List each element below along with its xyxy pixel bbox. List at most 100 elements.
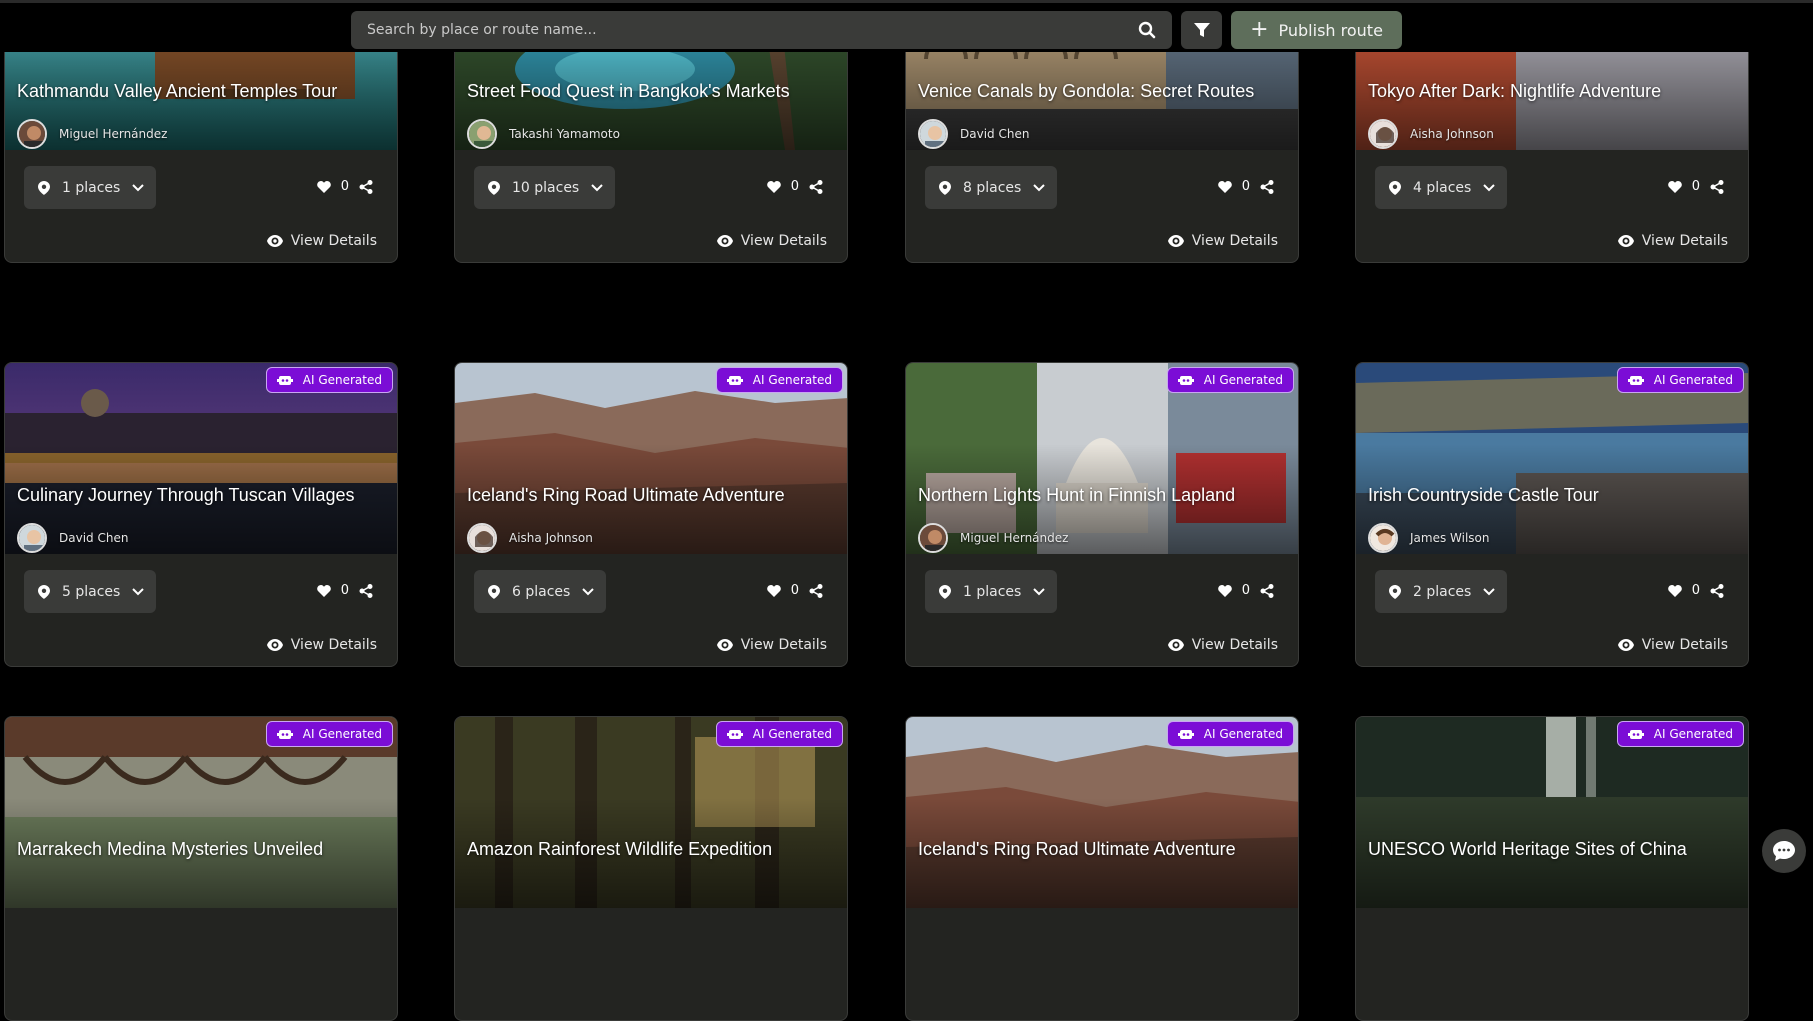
- map-pin-icon: [939, 180, 951, 195]
- author-name: Miguel Hernández: [960, 531, 1069, 545]
- share-icon[interactable]: [359, 583, 373, 598]
- robot-icon: [726, 730, 743, 739]
- map-pin-icon: [38, 584, 50, 599]
- author[interactable]: Miguel Hernández: [17, 119, 167, 149]
- route-title[interactable]: Northern Lights Hunt in Finnish Lapland: [918, 485, 1235, 506]
- places-count: 1 places: [62, 179, 121, 196]
- places-dropdown[interactable]: 1 places: [925, 570, 1058, 613]
- places-count: 5 places: [62, 583, 121, 600]
- view-details-link[interactable]: View Details: [716, 233, 827, 249]
- share-icon[interactable]: [1260, 179, 1274, 194]
- route-card[interactable]: AI Generated Iceland's Ring Road Ultimat…: [454, 362, 848, 667]
- places-count: 6 places: [512, 583, 571, 600]
- route-title[interactable]: Iceland's Ring Road Ultimate Adventure: [918, 839, 1236, 860]
- author[interactable]: David Chen: [17, 523, 128, 553]
- share-icon[interactable]: [1710, 583, 1724, 598]
- author-name: Aisha Johnson: [1410, 127, 1494, 141]
- author[interactable]: James Wilson: [1368, 523, 1490, 553]
- view-details-link[interactable]: View Details: [1617, 637, 1728, 653]
- places-dropdown[interactable]: 6 places: [474, 570, 607, 613]
- view-details-link[interactable]: View Details: [1167, 637, 1278, 653]
- card-actions: 0: [316, 179, 373, 194]
- route-card[interactable]: AI Generated Iceland's Ring Road Ultimat…: [905, 716, 1299, 1021]
- heart-icon[interactable]: [1667, 584, 1682, 597]
- route-card[interactable]: AI Generated Culinary Journey Through Tu…: [4, 362, 398, 667]
- chevron-down-icon: [1033, 587, 1046, 595]
- places-count: 8 places: [963, 179, 1022, 196]
- heart-icon[interactable]: [766, 584, 781, 597]
- heart-icon[interactable]: [1217, 584, 1232, 597]
- author[interactable]: Aisha Johnson: [467, 523, 593, 553]
- chevron-down-icon: [1033, 183, 1046, 191]
- route-title[interactable]: UNESCO World Heritage Sites of China: [1368, 839, 1687, 860]
- ai-generated-badge: AI Generated: [715, 367, 843, 393]
- view-details-label: View Details: [1641, 233, 1728, 249]
- route-card[interactable]: AI Generated Marrakech Medina Mysteries …: [4, 716, 398, 1021]
- eye-icon: [716, 639, 733, 651]
- search-input[interactable]: [367, 22, 1138, 38]
- places-dropdown[interactable]: 4 places: [1375, 166, 1508, 209]
- heart-icon[interactable]: [316, 584, 331, 597]
- chat-icon: [1773, 841, 1795, 861]
- route-title[interactable]: Culinary Journey Through Tuscan Villages: [17, 485, 355, 506]
- share-icon[interactable]: [809, 179, 823, 194]
- route-title[interactable]: Iceland's Ring Road Ultimate Adventure: [467, 485, 785, 506]
- view-details-link[interactable]: View Details: [266, 233, 377, 249]
- places-dropdown[interactable]: 8 places: [925, 166, 1058, 209]
- robot-icon: [726, 376, 743, 385]
- route-card[interactable]: AI Generated Amazon Rainforest Wildlife …: [454, 716, 848, 1021]
- chevron-down-icon: [591, 183, 603, 191]
- eye-icon: [266, 235, 283, 247]
- map-pin-icon: [1389, 584, 1401, 599]
- search-icon[interactable]: [1138, 21, 1156, 39]
- author-name: David Chen: [59, 531, 129, 545]
- route-card[interactable]: AI Generated UNESCO World Heritage Sites…: [1355, 716, 1749, 1021]
- route-title[interactable]: Street Food Quest in Bangkok's Markets: [467, 81, 790, 102]
- eye-icon: [1167, 639, 1184, 651]
- search-bar[interactable]: [351, 11, 1172, 49]
- author[interactable]: Takashi Yamamoto: [467, 119, 620, 149]
- view-details-link[interactable]: View Details: [1617, 233, 1728, 249]
- places-count: 2 places: [1413, 583, 1472, 600]
- chat-button[interactable]: [1762, 829, 1806, 873]
- robot-icon: [276, 730, 293, 739]
- route-card[interactable]: AI Generated Northern Lights Hunt in Fin…: [905, 362, 1299, 667]
- author[interactable]: Miguel Hernández: [918, 523, 1068, 553]
- view-details-link[interactable]: View Details: [716, 637, 827, 653]
- share-icon[interactable]: [359, 179, 373, 194]
- eye-icon: [1167, 235, 1184, 247]
- map-pin-icon: [1389, 180, 1401, 195]
- route-title[interactable]: Kathmandu Valley Ancient Temples Tour: [17, 81, 337, 102]
- publish-route-button[interactable]: + Publish route: [1231, 11, 1402, 49]
- view-details-link[interactable]: View Details: [266, 637, 377, 653]
- places-dropdown[interactable]: 5 places: [24, 570, 157, 613]
- places-dropdown[interactable]: 2 places: [1375, 570, 1508, 613]
- route-title[interactable]: Venice Canals by Gondola: Secret Routes: [918, 81, 1254, 102]
- avatar: [17, 119, 47, 149]
- heart-icon[interactable]: [316, 180, 331, 193]
- view-details-link[interactable]: View Details: [1167, 233, 1278, 249]
- card-actions: 0: [1667, 179, 1724, 194]
- route-title[interactable]: Amazon Rainforest Wildlife Expedition: [467, 839, 772, 860]
- places-dropdown[interactable]: 10 places: [474, 166, 616, 209]
- share-icon[interactable]: [1710, 179, 1724, 194]
- view-details-label: View Details: [1191, 233, 1278, 249]
- map-pin-icon: [488, 584, 500, 599]
- heart-icon[interactable]: [1217, 180, 1232, 193]
- route-title[interactable]: Irish Countryside Castle Tour: [1368, 485, 1599, 506]
- route-title[interactable]: Marrakech Medina Mysteries Unveiled: [17, 839, 323, 860]
- share-icon[interactable]: [1260, 583, 1274, 598]
- route-card[interactable]: AI Generated Irish Countryside Castle To…: [1355, 362, 1749, 667]
- ai-badge-label: AI Generated: [302, 373, 382, 387]
- ai-generated-badge: AI Generated: [1166, 721, 1294, 747]
- author[interactable]: David Chen: [918, 119, 1029, 149]
- heart-icon[interactable]: [766, 180, 781, 193]
- share-icon[interactable]: [809, 583, 823, 598]
- places-dropdown[interactable]: 1 places: [24, 166, 157, 209]
- like-count: 0: [340, 179, 349, 194]
- heart-icon[interactable]: [1667, 180, 1682, 193]
- filter-button[interactable]: [1181, 11, 1222, 49]
- author[interactable]: Aisha Johnson: [1368, 119, 1494, 149]
- author-name: Takashi Yamamoto: [509, 127, 620, 141]
- route-title[interactable]: Tokyo After Dark: Nightlife Adventure: [1368, 81, 1661, 102]
